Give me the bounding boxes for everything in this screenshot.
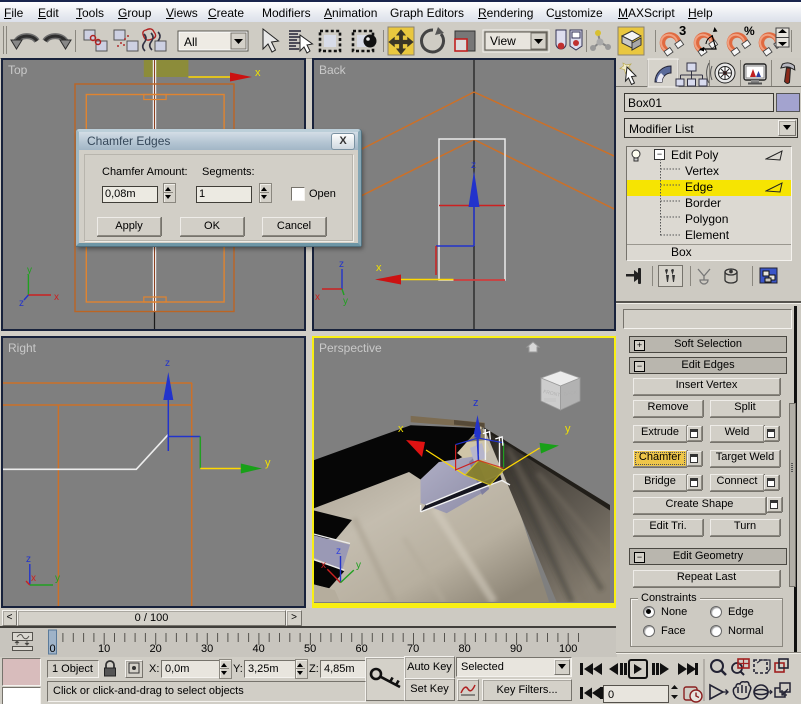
svg-text:x: x [315,292,320,303]
svg-text:3: 3 [679,23,686,38]
svg-text:100: 100 [559,643,577,655]
svg-text:z: z [19,298,24,309]
svg-text:z: z [336,546,341,557]
svg-text:x: x [398,423,404,435]
svg-text:Right: Right [8,341,37,355]
svg-text:0: 0 [608,689,614,701]
svg-text:0: 0 [50,643,56,655]
svg-text:x: x [255,67,261,79]
svg-text:y: y [55,573,60,584]
svg-text:x: x [321,560,326,571]
svg-text:Top: Top [8,63,28,77]
svg-text:z: z [473,397,479,409]
svg-text:y: y [27,265,32,276]
svg-text:y: y [265,457,271,469]
svg-text:x: x [376,262,382,274]
svg-text:z: z [26,554,31,565]
svg-text:%: % [744,24,755,38]
svg-text:90: 90 [510,643,522,655]
svg-text:x: x [54,292,59,303]
svg-text:60: 60 [356,643,368,655]
svg-text:z: z [339,259,344,270]
svg-text:x: x [31,573,36,584]
svg-text:80: 80 [459,643,471,655]
svg-text:40: 40 [253,643,265,655]
svg-text:y: y [356,560,361,571]
svg-text:Perspective: Perspective [319,341,382,355]
svg-text:70: 70 [407,643,419,655]
svg-text:10: 10 [98,643,110,655]
svg-text:All: All [184,35,197,49]
svg-text:z: z [165,358,170,369]
svg-text:y: y [565,423,571,435]
svg-text:50: 50 [304,643,316,655]
svg-text:z: z [471,160,476,171]
svg-text:View: View [490,34,516,48]
svg-text:Back: Back [319,63,347,77]
svg-text:20: 20 [150,643,162,655]
svg-text:30: 30 [201,643,213,655]
svg-text:y: y [343,296,348,307]
